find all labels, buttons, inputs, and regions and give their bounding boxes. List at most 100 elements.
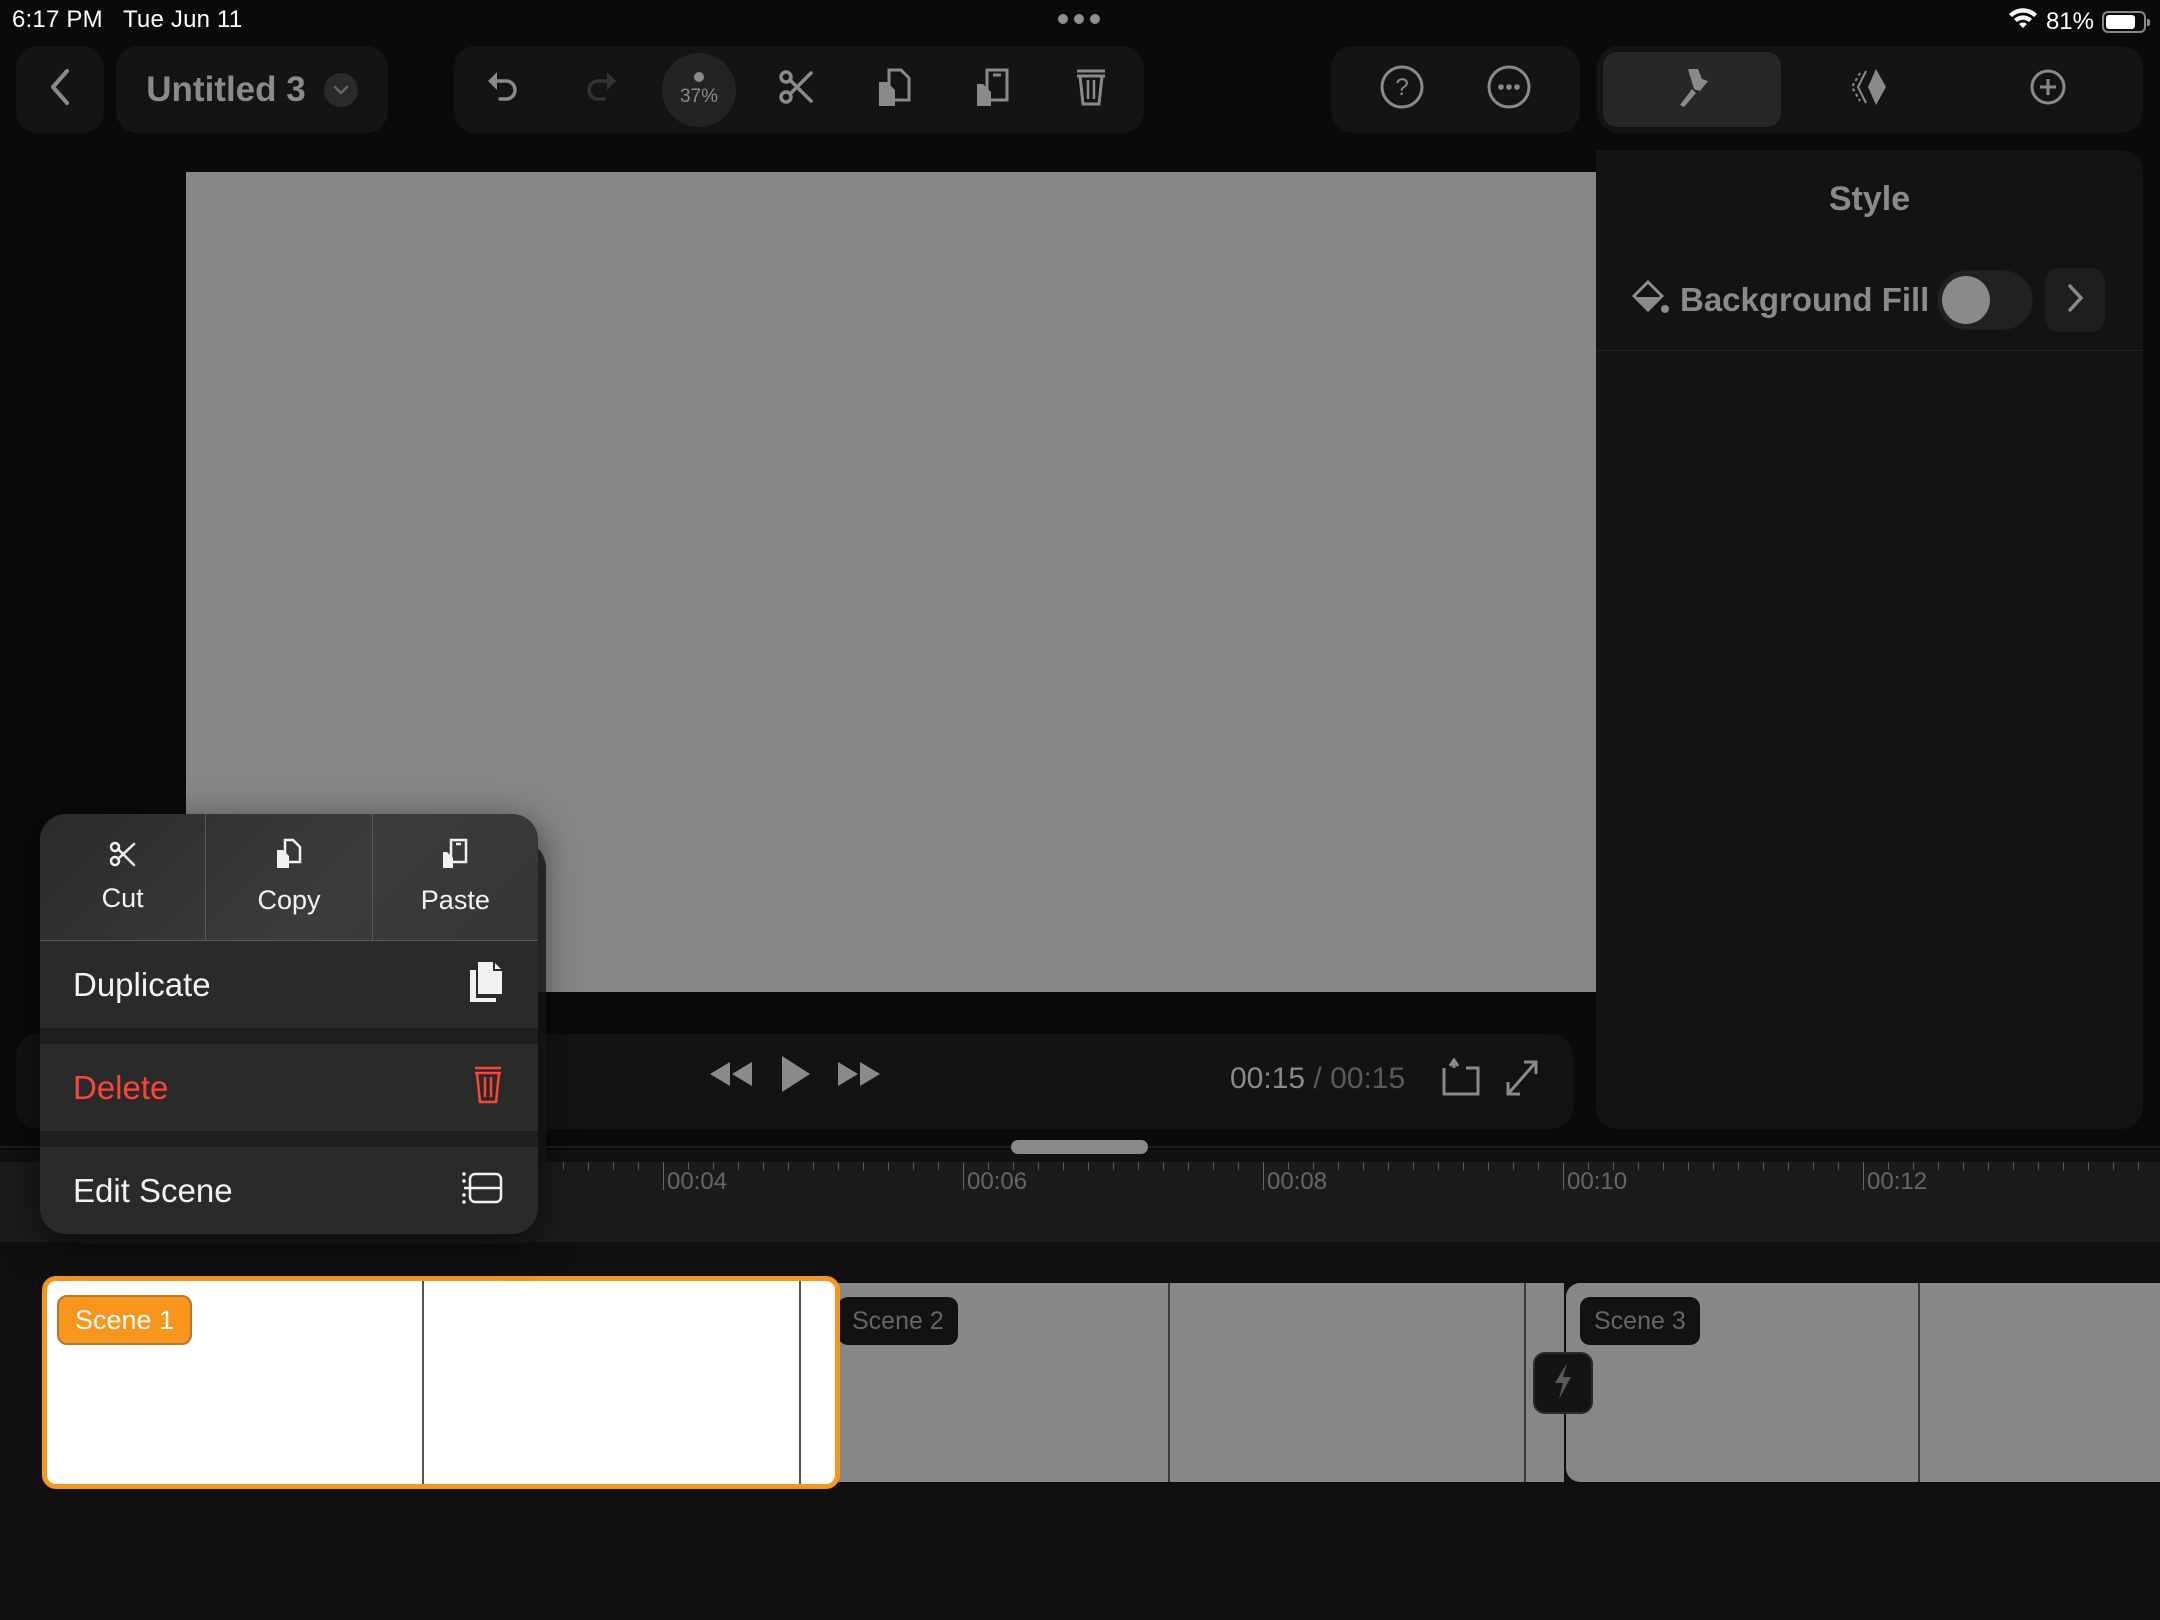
copy-icon <box>875 66 915 113</box>
background-fill-label: Background Fill <box>1680 281 1930 318</box>
ruler-minor-tick <box>813 1162 814 1170</box>
ruler-minor-tick <box>1788 1162 1789 1170</box>
ruler-minor-tick <box>1538 1162 1539 1170</box>
paste-icon <box>441 838 469 877</box>
project-title-menu[interactable]: Untitled 3 <box>116 46 388 133</box>
scene-3-strip[interactable]: Scene 3 <box>1566 1283 2160 1482</box>
timeline-resize-handle[interactable] <box>1011 1140 1148 1154</box>
ruler-minor-tick <box>588 1162 589 1170</box>
copy-button[interactable] <box>846 46 944 133</box>
ruler-major-tick <box>1263 1162 1264 1190</box>
ruler-minor-tick <box>1213 1162 1214 1170</box>
redo-button[interactable] <box>552 46 650 133</box>
play-button[interactable] <box>778 1054 812 1099</box>
transition-button[interactable] <box>1533 1352 1593 1414</box>
fullscreen-button[interactable] <box>1504 1058 1540 1103</box>
scene-2-label: Scene 2 <box>838 1297 958 1345</box>
help-button[interactable]: ? <box>1379 64 1425 115</box>
tab-add[interactable] <box>1959 52 2137 127</box>
ruler-minor-tick <box>1738 1162 1739 1170</box>
ruler-minor-tick <box>1063 1162 1064 1170</box>
paste-button[interactable] <box>944 46 1042 133</box>
current-time: 00:15 <box>1230 1062 1306 1095</box>
background-fill-detail-button[interactable] <box>2045 268 2106 332</box>
ruler-minor-tick <box>2063 1162 2064 1170</box>
ruler-minor-tick <box>788 1162 789 1170</box>
ruler-minor-tick <box>1813 1162 1814 1170</box>
timecode-separator: / <box>1305 1062 1331 1095</box>
scene-1-strip[interactable]: Scene 1 <box>42 1276 840 1489</box>
back-button[interactable] <box>16 46 104 133</box>
zoom-dot-icon <box>694 71 704 82</box>
scene-2-strip[interactable]: Scene 2 <box>838 1283 1564 1482</box>
lightning-icon <box>1551 1361 1575 1406</box>
background-fill-row: Background Fill <box>1631 268 2129 332</box>
menu-delete-label: Delete <box>73 1068 169 1106</box>
edit-toolbar: 37% <box>454 46 1144 133</box>
background-fill-toggle[interactable] <box>1937 270 2034 330</box>
menu-copy[interactable]: Copy <box>206 814 373 940</box>
tab-animation[interactable] <box>1781 52 1959 127</box>
battery-percent: 81% <box>2045 7 2094 35</box>
rewind-button[interactable] <box>706 1056 756 1097</box>
ruler-minor-tick <box>1438 1162 1439 1170</box>
paintbrush-icon <box>1672 65 1712 114</box>
timecode: 00:15 / 00:15 <box>1230 1062 1405 1096</box>
menu-edit-scene[interactable]: Edit Scene <box>40 1147 538 1234</box>
menu-paste[interactable]: Paste <box>373 814 538 940</box>
ruler-minor-tick <box>2038 1162 2039 1170</box>
ruler-major-tick <box>963 1162 964 1190</box>
trash-icon <box>1073 67 1109 112</box>
ruler-minor-tick <box>1138 1162 1139 1170</box>
zoom-level: 37% <box>679 85 719 107</box>
ruler-major-tick <box>663 1162 664 1190</box>
ruler-label: 00:08 <box>1267 1168 1328 1195</box>
ruler-major-tick <box>1863 1162 1864 1190</box>
ruler-label: 00:12 <box>1867 1168 1928 1195</box>
total-time: 00:15 <box>1330 1062 1406 1095</box>
ruler-minor-tick <box>1363 1162 1364 1170</box>
ruler-minor-tick <box>1963 1162 1964 1170</box>
delete-button[interactable] <box>1042 46 1140 133</box>
trash-icon <box>472 1065 504 1110</box>
ruler-minor-tick <box>613 1162 614 1170</box>
redo-icon <box>582 68 620 111</box>
status-bar-time: 6:17 PM Tue Jun 11 <box>12 6 242 34</box>
cut-button[interactable] <box>748 46 846 133</box>
fast-forward-button[interactable] <box>834 1056 884 1097</box>
keyframe-icon <box>1848 67 1892 112</box>
menu-duplicate[interactable]: Duplicate <box>40 941 538 1028</box>
chevron-down-icon <box>323 72 358 107</box>
menu-paste-label: Paste <box>420 885 490 915</box>
loop-button[interactable] <box>1440 1057 1484 1103</box>
ruler-minor-tick <box>1038 1162 1039 1170</box>
zoom-level-indicator[interactable]: 37% <box>662 52 736 127</box>
menu-cut-label: Cut <box>101 883 144 913</box>
ruler-minor-tick <box>1763 1162 1764 1170</box>
ruler-minor-tick <box>2138 1162 2139 1170</box>
quick-actions: Cut Copy Paste <box>40 814 538 941</box>
menu-duplicate-label: Duplicate <box>73 965 211 1003</box>
ruler-minor-tick <box>1338 1162 1339 1170</box>
ruler-minor-tick <box>1988 1162 1989 1170</box>
tab-style[interactable] <box>1603 52 1781 127</box>
help-more-group: ? <box>1331 46 1580 133</box>
menu-cut[interactable]: Cut <box>40 814 207 940</box>
panel-divider <box>1596 350 2143 351</box>
scene-3-label: Scene 3 <box>1580 1297 1700 1345</box>
scissors-icon <box>109 840 137 875</box>
chevron-right-icon <box>2066 283 2084 318</box>
more-button[interactable] <box>1486 64 1532 115</box>
menu-separator <box>40 1131 538 1147</box>
status-date: Tue Jun 11 <box>122 6 243 33</box>
ruler-minor-tick <box>838 1162 839 1170</box>
ruler-minor-tick <box>1688 1162 1689 1170</box>
ruler-minor-tick <box>1413 1162 1414 1170</box>
ruler-minor-tick <box>638 1162 639 1170</box>
edit-scene-icon <box>460 1171 504 1210</box>
chevron-left-icon <box>47 67 73 112</box>
multitasking-dots[interactable] <box>1058 14 1100 24</box>
battery-icon <box>2102 10 2150 33</box>
undo-button[interactable] <box>454 46 552 133</box>
menu-delete[interactable]: Delete <box>40 1044 538 1131</box>
